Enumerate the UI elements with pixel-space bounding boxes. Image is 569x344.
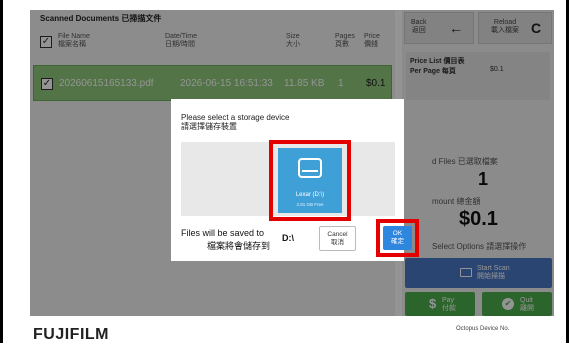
fujifilm-logo: FUJIFILM — [33, 326, 109, 343]
hard-drive-icon — [298, 158, 322, 178]
app-window: Scanned Documents 已掃描文件 ✓ File Name 檔案名稱 … — [0, 0, 569, 343]
save-location-text-zh: 檔案將會儲存到 — [207, 241, 271, 251]
device-highlight-frame: Lexar (D:\) 2.81 GB Free — [269, 140, 351, 221]
dialog-title: Please select a storage device 請選擇儲存裝置 — [181, 113, 290, 131]
cancel-button[interactable]: Cancel 取消 — [319, 226, 356, 251]
device-name: Lexar (D:\) — [295, 192, 325, 198]
storage-device-tile[interactable]: Lexar (D:\) 2.81 GB Free — [278, 148, 342, 213]
save-path: D:\ — [282, 233, 294, 243]
ok-highlight-frame: OK 確定 — [376, 219, 419, 257]
octopus-device-label: Octopus Device No. — [456, 326, 510, 332]
storage-device-dialog: Please select a storage device 請選擇儲存裝置 L… — [171, 99, 419, 261]
save-location-text-en: Files will be saved to — [181, 228, 265, 238]
ok-button[interactable]: OK 確定 — [383, 226, 412, 250]
device-free-space: 2.81 GB Free — [296, 202, 324, 207]
